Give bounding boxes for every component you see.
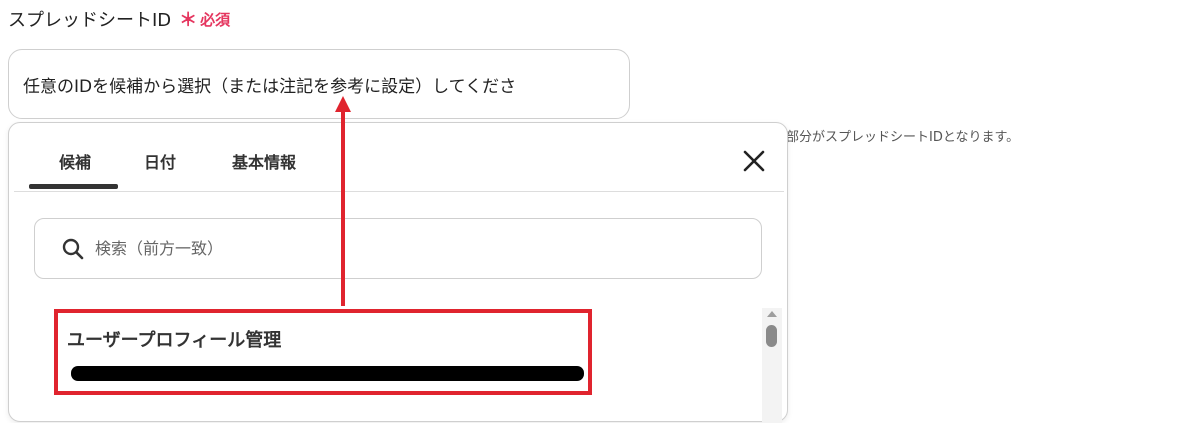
tab-candidates[interactable]: 候補 bbox=[59, 149, 91, 173]
field-label-row: スプレッドシートID ＊ 必須 bbox=[8, 7, 230, 31]
tab-date[interactable]: 日付 bbox=[144, 149, 176, 173]
spreadsheet-id-input[interactable]: 任意のIDを候補から選択（または注記を参考に設定）してくださ bbox=[8, 49, 630, 119]
candidate-list-scrollbar[interactable] bbox=[762, 308, 782, 423]
field-label: スプレッドシートID bbox=[8, 10, 172, 31]
search-icon bbox=[62, 238, 84, 259]
active-tab-indicator bbox=[29, 184, 118, 189]
search-input[interactable] bbox=[93, 238, 697, 259]
field-help-text: 部分がスプレッドシートIDとなります。 bbox=[786, 130, 1020, 145]
candidate-item[interactable]: ユーザープロフィール管理 bbox=[54, 309, 592, 395]
close-icon bbox=[743, 150, 765, 172]
close-button[interactable] bbox=[740, 147, 768, 175]
candidate-title: ユーザープロフィール管理 bbox=[67, 330, 282, 351]
redacted-spreadsheet-id bbox=[71, 366, 584, 381]
scroll-up-arrow-icon[interactable] bbox=[767, 311, 777, 317]
required-asterisk-icon: ＊ bbox=[179, 10, 198, 31]
required-badge: 必須 bbox=[200, 10, 231, 29]
scroll-thumb[interactable] bbox=[766, 325, 777, 347]
tab-basic-info[interactable]: 基本情報 bbox=[232, 149, 296, 173]
spreadsheet-id-input-value: 任意のIDを候補から選択（または注記を参考に設定）してくださ bbox=[23, 76, 517, 97]
id-picker-popup: 候補 日付 基本情報 ユーザープロフィール管理 bbox=[8, 122, 788, 423]
popup-tab-bar: 候補 日付 基本情報 bbox=[14, 123, 784, 192]
search-box[interactable] bbox=[34, 218, 762, 279]
